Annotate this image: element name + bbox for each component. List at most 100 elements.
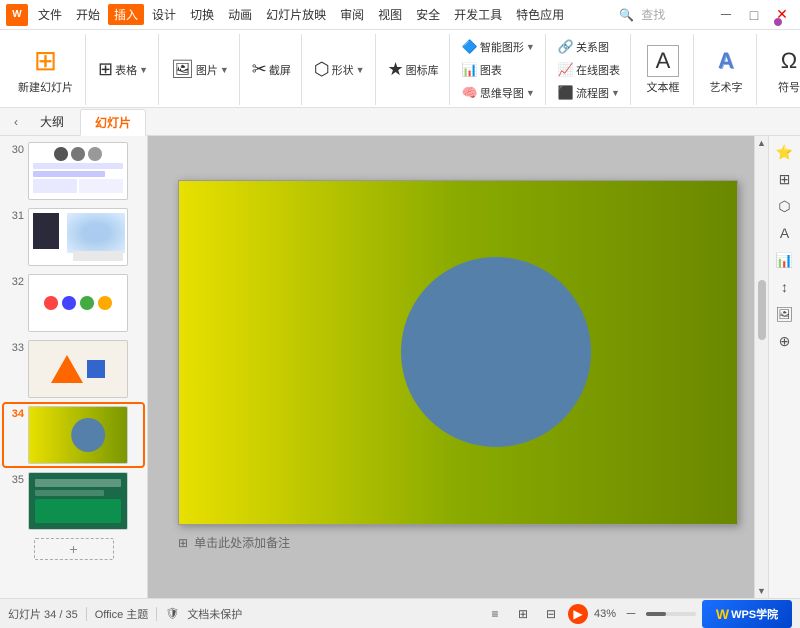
slide-thumb-35[interactable]: 35 — [4, 470, 143, 532]
zoom-controls: 43% － — [594, 603, 696, 625]
online-chart-button[interactable]: 📈 在线图表 — [554, 60, 624, 80]
view-grid2-btn[interactable]: ⊟ — [540, 603, 562, 625]
wps-logo-icon: W — [6, 4, 28, 26]
table-button[interactable]: ⊞ 表格 ▼ — [94, 57, 152, 82]
table-dropdown-icon: ▼ — [139, 65, 148, 75]
minimize-btn[interactable]: － — [714, 3, 738, 27]
shape-button[interactable]: ⬡ 形状 ▼ — [310, 57, 369, 82]
menu-view[interactable]: 视图 — [372, 4, 408, 25]
new-slide-icon: ⊞ — [30, 45, 62, 77]
tab-chevron-left[interactable]: ‹ — [8, 114, 24, 130]
mind-map-button[interactable]: 🧠 思维导图 ▼ — [458, 83, 539, 103]
slide-thumb-32[interactable]: 32 — [4, 272, 143, 334]
slide-num-31: 31 — [6, 208, 24, 222]
slide-num-32: 32 — [6, 274, 24, 288]
sidebar-image-btn[interactable]: 🖼 — [773, 302, 797, 326]
status-left: 幻灯片 34 / 35 Office 主题 🛡 文档未保护 — [8, 606, 476, 622]
slide-img-30 — [28, 142, 128, 200]
zoom-out-btn[interactable]: － — [620, 603, 642, 625]
scroll-thumb[interactable] — [758, 280, 766, 340]
view-grid-btn[interactable]: ⊞ — [512, 603, 534, 625]
online-chart-icon: 📈 — [558, 62, 574, 78]
sidebar-text-btn[interactable]: A — [773, 221, 797, 245]
sidebar-arrow-btn[interactable]: ↕ — [773, 275, 797, 299]
status-divider-2 — [156, 607, 157, 621]
menu-security[interactable]: 安全 — [410, 4, 446, 25]
menu-insert[interactable]: 插入 — [108, 4, 144, 25]
slide-img-33 — [28, 340, 128, 398]
menu-home[interactable]: 开始 — [70, 4, 106, 25]
iconlib-button[interactable]: ★ 图标库 — [384, 57, 443, 82]
menu-transition[interactable]: 切换 — [184, 4, 220, 25]
slide-thumb-31[interactable]: 31 — [4, 206, 143, 268]
picture-icon: 🖼 — [171, 59, 194, 80]
mind-map-icon: 🧠 — [462, 85, 478, 101]
slide-img-31 — [28, 208, 128, 266]
status-right: ≡ ⊞ ⊟ ▶ 43% － W WPS学院 — [484, 600, 792, 628]
add-slide-button[interactable]: + — [34, 538, 114, 560]
smart-shape-button[interactable]: 🔷 智能图形 ▼ — [458, 37, 539, 57]
menu-design[interactable]: 设计 — [146, 4, 182, 25]
chart-button[interactable]: 📊 图表 — [458, 60, 539, 80]
textbox-button[interactable]: A 文本框 — [641, 43, 685, 97]
caption-bar: ⊞ 单击此处添加备注 — [178, 531, 738, 555]
slide-num-30: 30 — [6, 142, 24, 156]
relation-icon: 🔗 — [558, 39, 574, 55]
wps-academy-logo[interactable]: W WPS学院 — [702, 600, 792, 628]
picture-button[interactable]: 🖼 图片 ▼ — [167, 57, 233, 82]
new-slide-button[interactable]: ⊞ 新建幻灯片 — [14, 43, 77, 97]
iconlib-icon: ★ — [388, 59, 404, 80]
sidebar-shape-btn[interactable]: ⬡ — [773, 194, 797, 218]
menu-review[interactable]: 审阅 — [334, 4, 370, 25]
slide-circle — [401, 257, 591, 447]
slide-canvas[interactable] — [178, 180, 738, 525]
scroll-down-btn[interactable]: ▼ — [755, 584, 769, 598]
slide-thumb-34[interactable]: 34 — [4, 404, 143, 466]
sidebar-grid-btn[interactable]: ⊞ — [773, 167, 797, 191]
symbol-button[interactable]: Ω 符号 — [767, 43, 800, 97]
scroll-up-btn[interactable]: ▲ — [755, 136, 769, 150]
arttext-icon: A — [710, 45, 742, 77]
slide-thumb-30[interactable]: 30 — [4, 140, 143, 202]
flowchart-icon: ⬛ — [558, 85, 574, 101]
relation-button[interactable]: 🔗 关系图 — [554, 37, 624, 57]
slide-num-35: 35 — [6, 472, 24, 486]
canvas-area: ⊞ 单击此处添加备注 ▲ ▼ — [148, 136, 768, 598]
sidebar-plus-btn[interactable]: ⊕ — [773, 329, 797, 353]
arttext-button[interactable]: A 艺术字 — [704, 43, 748, 97]
office-theme: Office 主题 — [95, 606, 149, 622]
smart-shape-icon: 🔷 — [462, 39, 478, 55]
sidebar-star-btn[interactable]: ⭐ — [773, 140, 797, 164]
tab-slides[interactable]: 幻灯片 — [80, 109, 146, 136]
zoom-level: 43% — [594, 608, 616, 620]
scroll-track — [755, 150, 768, 584]
textbox-icon: A — [647, 45, 679, 77]
screenshot-button[interactable]: ✂ 截屏 — [248, 57, 295, 82]
menu-file[interactable]: 文件 — [32, 4, 68, 25]
menu-animation[interactable]: 动画 — [222, 4, 258, 25]
view-play-btn[interactable]: ▶ — [568, 604, 588, 624]
slide-num-34: 34 — [6, 406, 24, 420]
status-divider-1 — [86, 607, 87, 621]
menu-slideshow[interactable]: 幻灯片放映 — [260, 4, 332, 25]
search-icon: 🔍 — [619, 8, 634, 22]
chart-icon: 📊 — [462, 62, 478, 78]
menu-devtools[interactable]: 开发工具 — [448, 4, 508, 25]
flowchart-dropdown: ▼ — [611, 88, 620, 98]
slide-thumb-33[interactable]: 33 — [4, 338, 143, 400]
shield-icon: 🛡 — [165, 607, 179, 620]
slide-num-33: 33 — [6, 340, 24, 354]
restore-btn[interactable]: □ — [742, 3, 766, 27]
menu-special[interactable]: 特色应用 — [510, 4, 570, 25]
right-sidebar: ⭐ ⊞ ⬡ A 📊 ↕ 🖼 ⊕ — [768, 136, 800, 598]
flowchart-button[interactable]: ⬛ 流程图 ▼ — [554, 83, 624, 103]
zoom-slider[interactable] — [646, 612, 696, 616]
main-content: 30 31 — [0, 136, 800, 598]
title-bar-left: W 文件 开始 插入 设计 切换 动画 幻灯片放映 审阅 视图 安全 开发工具 … — [6, 4, 570, 26]
caption-text[interactable]: 单击此处添加备注 — [194, 534, 290, 551]
tab-outline[interactable]: 大纲 — [26, 109, 78, 134]
slide-info: 幻灯片 34 / 35 — [8, 606, 78, 622]
mind-map-dropdown: ▼ — [526, 88, 535, 98]
view-list-btn[interactable]: ≡ — [484, 603, 506, 625]
sidebar-chart-btn[interactable]: 📊 — [773, 248, 797, 272]
